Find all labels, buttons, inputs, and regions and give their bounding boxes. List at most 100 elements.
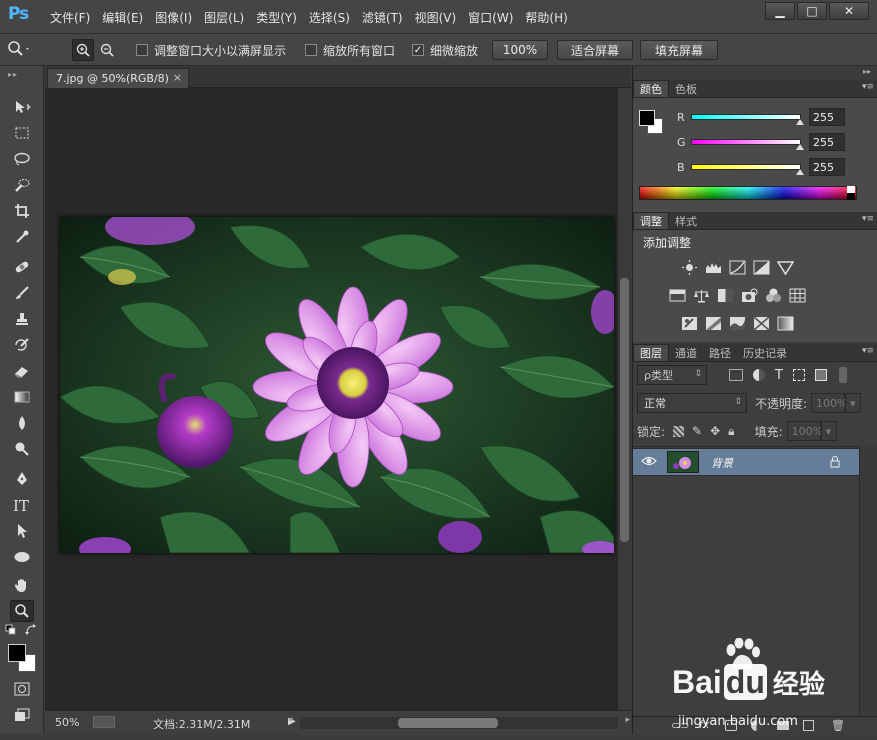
menu-view[interactable]: 视图(V)	[409, 9, 463, 26]
levels-icon[interactable]	[705, 260, 722, 275]
hand-tool-icon[interactable]	[10, 574, 34, 596]
gradient-map-icon[interactable]	[777, 316, 794, 331]
dodge-tool-icon[interactable]	[10, 438, 34, 460]
type-tool-icon[interactable]: IT	[10, 494, 34, 516]
black-white-icon[interactable]	[717, 288, 734, 303]
blur-tool-icon[interactable]	[10, 412, 34, 434]
quick-select-tool-icon[interactable]	[10, 174, 34, 196]
brush-tool-icon[interactable]	[10, 282, 34, 304]
maximize-button[interactable]: □	[797, 2, 827, 20]
color-panel-foreground-swatch[interactable]	[639, 110, 655, 126]
pen-tool-icon[interactable]	[10, 468, 34, 490]
lock-all-icon[interactable]: 🔒︎	[728, 424, 734, 439]
curves-icon[interactable]	[729, 260, 746, 275]
fill-field[interactable]: 100%	[786, 421, 823, 441]
selective-color-icon[interactable]	[753, 316, 770, 331]
spectrum-black-chip[interactable]	[847, 193, 855, 200]
swap-colors-icon[interactable]	[24, 624, 38, 636]
zoom-in-icon[interactable]	[72, 39, 94, 61]
menu-filter[interactable]: 滤镜(T)	[356, 9, 409, 26]
panel-grip-icon[interactable]: ▸▸	[8, 70, 18, 79]
layer-row-background[interactable]: 背景	[633, 448, 859, 476]
scroll-right-icon[interactable]: ▸	[625, 715, 630, 725]
zoom-100-button[interactable]: 100%	[492, 40, 548, 60]
vertical-scrollbar[interactable]	[618, 88, 631, 710]
hue-saturation-icon[interactable]	[669, 288, 686, 303]
filter-pixel-icon[interactable]	[729, 369, 743, 381]
move-tool-icon[interactable]	[10, 96, 34, 118]
green-slider[interactable]	[691, 139, 804, 150]
tab-channels[interactable]: 通道	[669, 344, 703, 361]
tab-styles[interactable]: 样式	[669, 212, 703, 229]
color-spectrum-ramp[interactable]	[639, 186, 857, 200]
status-preview-icon[interactable]	[93, 716, 115, 728]
panel-menu-icon[interactable]: ▾≡	[862, 214, 874, 224]
default-colors-icon[interactable]	[4, 624, 18, 636]
red-slider[interactable]	[691, 114, 804, 125]
menu-edit[interactable]: 编辑(E)	[96, 9, 149, 26]
exposure-icon[interactable]	[753, 260, 770, 275]
vibrance-icon[interactable]	[777, 260, 794, 275]
photo-filter-icon[interactable]	[741, 288, 758, 303]
screen-mode-icon[interactable]	[10, 704, 34, 726]
tab-adjustments[interactable]: 调整	[633, 212, 669, 229]
blue-slider-thumb[interactable]	[796, 169, 804, 175]
menu-window[interactable]: 窗口(W)	[462, 9, 519, 26]
tab-color[interactable]: 颜色	[633, 80, 669, 97]
blue-slider[interactable]	[691, 164, 804, 175]
document-tab[interactable]: 7.jpg @ 50%(RGB/8) ×	[47, 68, 189, 88]
tab-layers[interactable]: 图层	[633, 344, 669, 361]
menu-layer[interactable]: 图层(L)	[198, 9, 250, 26]
threshold-icon[interactable]	[729, 316, 746, 331]
filter-smart-object-icon[interactable]	[814, 369, 827, 381]
horizontal-scroll-thumb[interactable]	[398, 718, 498, 728]
healing-brush-tool-icon[interactable]	[10, 256, 34, 278]
fit-screen-button[interactable]: 适合屏幕	[557, 40, 633, 60]
blue-value-field[interactable]: 255	[809, 158, 845, 176]
minimize-button[interactable]: ▁	[765, 2, 795, 20]
channel-mixer-icon[interactable]	[765, 288, 782, 303]
eyedropper-tool-icon[interactable]	[10, 226, 34, 248]
spectrum-white-chip[interactable]	[847, 186, 855, 193]
close-tab-icon[interactable]: ×	[173, 71, 182, 84]
path-select-tool-icon[interactable]	[10, 520, 34, 542]
eraser-tool-icon[interactable]	[10, 360, 34, 382]
menu-help[interactable]: 帮助(H)	[519, 9, 573, 26]
scroll-left-icon[interactable]: ◂	[288, 715, 293, 725]
menu-file[interactable]: 文件(F)	[44, 9, 96, 26]
color-balance-icon[interactable]	[693, 288, 710, 303]
red-slider-thumb[interactable]	[796, 119, 804, 125]
tab-swatches[interactable]: 色板	[669, 80, 703, 97]
brightness-contrast-icon[interactable]	[681, 260, 698, 275]
filter-toggle-switch[interactable]	[838, 367, 847, 383]
color-lookup-icon[interactable]	[789, 288, 806, 303]
zoom-all-checkbox[interactable]	[305, 44, 317, 56]
vertical-scroll-thumb[interactable]	[620, 278, 629, 542]
posterize-icon[interactable]	[705, 316, 722, 331]
blend-mode-dropdown[interactable]: 正常 ⇕	[637, 393, 747, 413]
panel-menu-icon[interactable]: ▾≡	[862, 82, 874, 92]
menu-type[interactable]: 类型(Y)	[250, 9, 303, 26]
scrubby-zoom-option[interactable]: ✓ 细微缩放	[412, 34, 478, 66]
layer-filter-dropdown[interactable]: ρ类型 ⇕	[637, 365, 707, 385]
zoom-out-icon[interactable]	[96, 39, 118, 61]
menu-select[interactable]: 选择(S)	[303, 9, 356, 26]
resize-windows-checkbox[interactable]	[136, 44, 148, 56]
foreground-color-swatch[interactable]	[8, 644, 26, 662]
tab-history[interactable]: 历史记录	[737, 344, 793, 361]
image-canvas[interactable]	[60, 217, 614, 553]
menu-image[interactable]: 图像(I)	[149, 9, 198, 26]
resize-windows-option[interactable]: 调整窗口大小以满屏显示	[136, 34, 286, 66]
quick-mask-icon[interactable]	[10, 678, 34, 700]
invert-icon[interactable]	[681, 316, 698, 331]
layer-visibility-eye-icon[interactable]	[641, 454, 657, 471]
zoom-all-option[interactable]: 缩放所有窗口	[305, 34, 395, 66]
scrubby-zoom-checkbox[interactable]: ✓	[412, 44, 424, 56]
opacity-field[interactable]: 100%	[811, 393, 848, 413]
filter-type-icon[interactable]: T	[775, 368, 783, 383]
collapse-dock-icon[interactable]: ▸▸	[863, 67, 871, 76]
tab-paths[interactable]: 路径	[703, 344, 737, 361]
lock-position-icon[interactable]: ✥	[710, 424, 720, 438]
filter-adjustment-icon[interactable]	[753, 369, 765, 381]
zoom-level[interactable]: 50%	[55, 716, 79, 729]
